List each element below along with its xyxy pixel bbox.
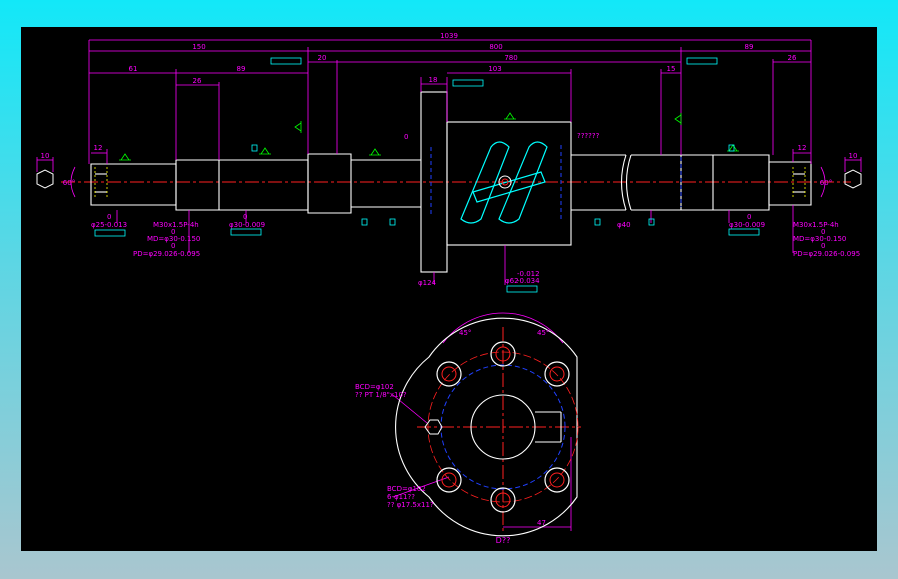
right-pd: PD=φ29.026-0.095 (793, 250, 860, 258)
left-hex-icon (36, 169, 54, 189)
bcd-top: BCD=φ102 (355, 383, 394, 391)
right-d30: φ30-0.009 (729, 221, 765, 229)
flange-label: 0 (404, 133, 408, 141)
dim-right-end: 26 (788, 54, 797, 62)
dim-angle-left: 60° (63, 179, 75, 187)
right-md: MD=φ30-0.150 (793, 235, 846, 243)
left-d25: φ25-0.013 (91, 221, 127, 229)
thread-marks (94, 167, 806, 199)
dim-right-sub: 15 (667, 65, 676, 73)
dim-right-part: 89 (745, 43, 754, 51)
angle45-right: 45° (537, 329, 549, 337)
dim-hex-right: 10 (849, 152, 858, 160)
dim-hex-left: 10 (41, 152, 50, 160)
dia-flange: φ124 (418, 279, 437, 287)
dim-47: 47 (537, 519, 546, 527)
dim-mid-part: 800 (489, 43, 502, 51)
dim-overall: 1039 (440, 32, 458, 40)
dim-left-sub1: 61 (129, 65, 138, 73)
angle45-left: 45° (459, 329, 471, 337)
dim-thread-len: 780 (504, 54, 517, 62)
bcd-bottom-counterbore: ?? φ17.5x11? (387, 501, 434, 509)
left-shoulder (307, 153, 352, 214)
dia-40: φ40 (617, 221, 631, 229)
dim-flange-offset: 20 (318, 54, 327, 62)
dim-left-sub3: 89 (237, 65, 246, 73)
dim-angle-right: 60° (820, 179, 832, 187)
left-end-journal (90, 163, 177, 206)
left-d30: φ30-0.009 (229, 221, 265, 229)
drawing-canvas[interactable]: 1039 150 800 89 61 26 89 20 780 18 103 1… (21, 27, 877, 551)
dim-flange-w: 18 (429, 76, 438, 84)
bcd-bottom-holes: 6-φ11?? (387, 493, 415, 501)
right-d30-zero: 0 (747, 213, 751, 221)
dia-nut-c: -0.034 (517, 277, 540, 285)
nut-body (446, 121, 572, 246)
view-label: D?? (496, 536, 511, 545)
dim-end12-left: 12 (94, 144, 103, 152)
left-d25-zero: 0 (107, 213, 111, 221)
right-m30: M30x1.5P-4h (793, 221, 839, 229)
right-hex-icon (844, 169, 862, 189)
left-m30: M30x1.5P-4h (153, 221, 199, 229)
dim-left-sub2: 26 (193, 77, 202, 85)
left-d30-zero: 0 (243, 213, 247, 221)
question-label: ?????? (577, 132, 600, 140)
cad-drawing: 1039 150 800 89 61 26 89 20 780 18 103 1… (36, 32, 862, 545)
right-pd-zero: 0 (821, 242, 825, 250)
dim-left-part: 150 (192, 43, 205, 51)
surface-marks (119, 112, 739, 161)
left-bearing-seat (175, 159, 309, 211)
dim-nut-len: 103 (488, 65, 501, 73)
bcd-bottom: BCD=φ102 (387, 485, 426, 493)
left-pd: PD=φ29.026-0.095 (133, 250, 200, 258)
bcd-top-note: ?? PT 1/8"x10? (355, 391, 407, 399)
dim-end12-right: 12 (798, 144, 807, 152)
left-pd-zero: 0 (171, 242, 175, 250)
